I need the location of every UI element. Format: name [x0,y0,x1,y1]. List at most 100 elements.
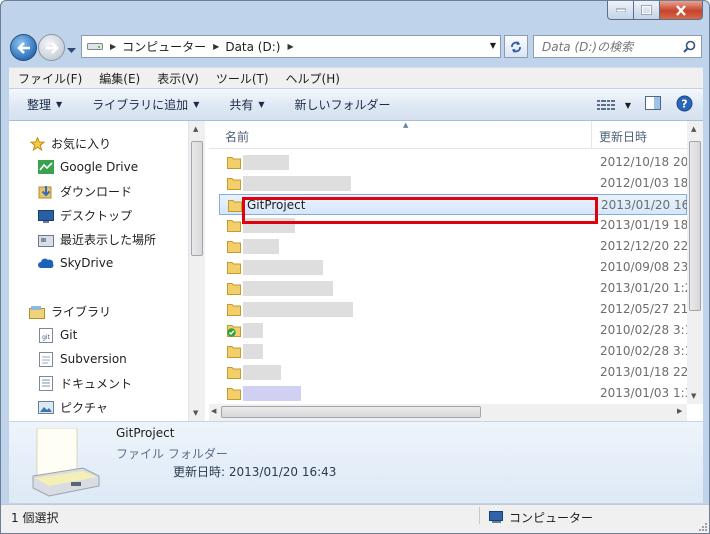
file-row[interactable]: 2012/01/03 18 [219,173,689,194]
file-row[interactable]: 2013/01/18 22 [219,362,688,383]
breadcrumb-computer[interactable]: コンピューター [122,38,206,55]
nav-git[interactable]: git Git [38,327,77,343]
address-history-dropdown[interactable]: ▼ [490,41,496,50]
menu-view[interactable]: 表示(V) [148,70,207,87]
scroll-up-arrow[interactable]: ▲ [193,125,198,133]
folder-icon [227,283,241,295]
file-row[interactable]: 2012/10/18 20 [219,152,689,173]
file-row[interactable]: 2013/01/20 1:2 [219,278,692,299]
menu-bar: ファイル(F) 編集(E) 表示(V) ツール(T) ヘルプ(H) [9,67,703,88]
back-button[interactable] [10,34,37,61]
sort-ascending-icon: ▲ [403,121,409,129]
status-bar: 1 個選択 コンピューター [1,504,709,533]
nav-skydrive[interactable]: SkyDrive [38,255,113,271]
nav-skydrive-label: SkyDrive [60,256,114,270]
address-bar[interactable]: ▶ コンピューター ▶ Data (D:) ▶ ▼ [81,35,501,58]
content-area: お気に入り Google Drive ダウンロード デスクトップ 最近表示した場… [9,121,703,421]
column-date-modified[interactable]: 更新日時 [599,128,647,145]
add-to-library-label: ライブラリに追加 [92,98,189,112]
scroll-down-arrow[interactable]: ▼ [691,392,696,400]
share-button[interactable]: 共有 ▼ [229,96,264,113]
menu-tools[interactable]: ツール(T) [207,70,277,87]
nav-subversion-label: Subversion [60,352,127,366]
scroll-thumb[interactable] [221,406,481,418]
view-list-icon [596,100,615,110]
nav-desktop[interactable]: デスクトップ [38,207,132,224]
blurred-filename [243,323,263,338]
pictures-icon [38,400,54,416]
blurred-filename [243,281,333,296]
column-divider[interactable] [591,121,592,149]
folder-icon [227,304,241,316]
details-pane: GitProject ファイル フォルダー 更新日時: 2013/01/20 1… [9,421,703,503]
menu-help[interactable]: ヘルプ(H) [277,70,348,87]
navigation-pane: お気に入り Google Drive ダウンロード デスクトップ 最近表示した場… [9,121,205,421]
breadcrumb-arrow[interactable]: ▶ [213,42,219,51]
file-row[interactable]: 2012/05/27 21 [219,299,689,320]
preview-pane-button[interactable] [645,96,662,114]
menu-edit[interactable]: 編集(E) [90,70,148,87]
search-box[interactable] [533,35,702,58]
breadcrumb-arrow[interactable]: ▶ [287,42,293,51]
scroll-up-arrow[interactable]: ▲ [691,125,696,133]
file-date: 2012/01/03 18 [600,176,689,190]
nav-pictures[interactable]: ピクチャ [38,399,108,416]
nav-subversion[interactable]: Subversion [38,351,127,367]
file-row[interactable]: 2010/02/28 3:1 [219,341,692,362]
file-row[interactable]: 2012/12/20 22 [219,236,688,257]
scroll-thumb[interactable] [191,141,203,256]
forward-button[interactable] [38,34,65,61]
nav-recent-places[interactable]: 最近表示した場所 [38,231,156,248]
menu-file[interactable]: ファイル(F) [9,70,90,87]
file-list-vertical-scrollbar[interactable]: ▲ ▼ [687,121,703,404]
scroll-down-arrow[interactable]: ▼ [193,409,198,417]
library-document-icon: git [38,327,54,343]
preview-pane-icon [645,96,661,110]
file-date: 2012/05/27 21 [600,302,689,316]
search-input[interactable] [542,39,682,54]
search-icon[interactable] [683,40,696,56]
organize-button[interactable]: 整理 ▼ [27,96,62,113]
breadcrumb-data-drive[interactable]: Data (D:) [225,40,280,54]
blurred-filename [243,365,281,380]
blurred-filename [243,386,301,401]
file-row[interactable]: 2013/01/03 1:3 [219,383,692,404]
recent-pages-dropdown[interactable] [67,43,76,57]
caption-buttons [607,1,703,21]
refresh-button[interactable] [504,35,528,58]
explorer-window: ▶ コンピューター ▶ Data (D:) ▶ ▼ ファイル(F) 編集(E) … [0,0,710,534]
new-folder-button[interactable]: 新しいフォルダー [295,96,391,113]
details-name: GitProject [116,426,175,440]
nav-favorites-label: お気に入り [51,137,112,151]
file-date: 2012/10/18 20 [600,155,689,169]
file-row[interactable]: 2010/09/08 23 [219,257,689,278]
folder-icon [227,262,241,274]
file-row[interactable]: 2010/02/28 3:1 [219,320,692,341]
selection-count: 1 個選択 [11,511,59,525]
nav-libraries[interactable]: ライブラリ [29,303,111,320]
nav-libraries-label: ライブラリ [51,305,112,319]
scroll-right-arrow[interactable]: ▶ [677,407,682,415]
scroll-thumb[interactable] [689,141,701,311]
nav-favorites[interactable]: お気に入り [29,135,111,152]
chevron-down-icon: ▼ [624,100,631,110]
file-date: 2010/02/28 3:1 [600,323,693,337]
minimize-button[interactable] [607,1,634,20]
nav-google-drive-label: Google Drive [60,160,139,174]
file-list-horizontal-scrollbar[interactable]: ◀ ▶ [209,404,687,421]
breadcrumb-arrow[interactable]: ▶ [110,42,116,51]
nav-downloads[interactable]: ダウンロード [38,183,132,200]
chevron-down-icon: ▼ [258,100,265,109]
command-bar: 整理 ▼ ライブラリに追加 ▼ 共有 ▼ 新しいフォルダー ▼ ? [9,89,703,121]
close-button[interactable] [660,1,703,20]
column-name[interactable]: 名前 [225,128,249,145]
nav-pane-scrollbar[interactable]: ▲ ▼ [188,121,205,421]
nav-documents[interactable]: ドキュメント [38,375,132,392]
scroll-left-arrow[interactable]: ◀ [211,407,216,415]
maximize-button[interactable] [634,1,660,20]
file-date: 2010/09/08 23 [600,260,689,274]
view-options-button[interactable]: ▼ [596,99,631,111]
add-to-library-button[interactable]: ライブラリに追加 ▼ [92,96,199,113]
help-button[interactable]: ? [676,95,693,115]
nav-google-drive[interactable]: Google Drive [38,159,138,175]
